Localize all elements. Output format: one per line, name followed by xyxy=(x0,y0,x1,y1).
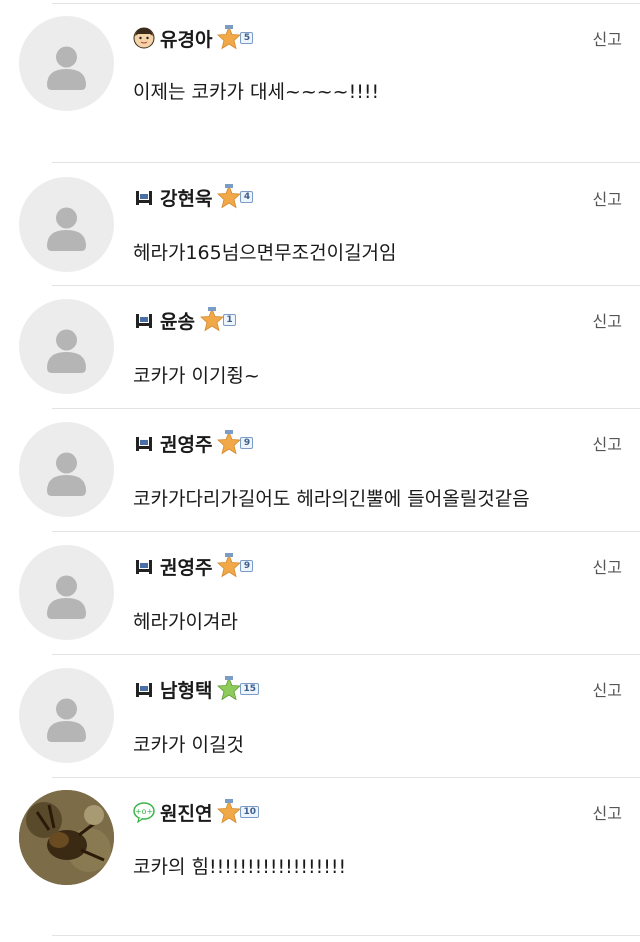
report-button[interactable]: 신고 xyxy=(593,677,622,701)
star-icon xyxy=(217,799,242,824)
avatar[interactable] xyxy=(19,422,114,517)
comment-divider xyxy=(52,162,640,163)
rank-level: 1 xyxy=(222,314,236,326)
comment-text: 이제는 코카가 대세~~~~!!!! xyxy=(133,81,380,103)
rank-level: 9 xyxy=(240,437,254,449)
smile-bubble-icon: +o+ xyxy=(133,801,155,823)
star-icon xyxy=(217,553,242,578)
author-name[interactable]: 권영주 xyxy=(160,553,212,580)
chair-icon xyxy=(133,678,155,700)
report-button[interactable]: 신고 xyxy=(593,186,622,210)
comment-text: 코카가 이길것 xyxy=(133,734,244,756)
avatar[interactable] xyxy=(19,790,114,885)
comment-divider xyxy=(52,777,640,778)
rank-badge: 5 xyxy=(216,25,254,51)
rank-level: 4 xyxy=(240,191,254,203)
comment-header: 남형택 15 xyxy=(133,674,259,704)
author-name[interactable]: 윤송 xyxy=(160,307,195,334)
beetle-photo-icon xyxy=(19,790,114,885)
star-icon xyxy=(217,184,242,209)
chair-icon xyxy=(133,432,155,454)
top-divider xyxy=(52,3,640,4)
avatar[interactable] xyxy=(19,668,114,763)
star-icon xyxy=(217,676,242,701)
comment-text: 코카의 힘!!!!!!!!!!!!!!!!!! xyxy=(133,856,347,878)
avatar[interactable] xyxy=(19,177,114,272)
comment-header: 권영주 9 xyxy=(133,551,254,581)
rank-level: 5 xyxy=(240,32,254,44)
rank-badge: 15 xyxy=(216,676,259,702)
star-icon xyxy=(217,430,242,455)
rank-level: 10 xyxy=(240,806,259,818)
rank-badge: 1 xyxy=(199,307,236,333)
report-button[interactable]: 신고 xyxy=(593,308,622,332)
rank-level: 9 xyxy=(240,560,254,572)
comment-text: 코카가다리가길어도 헤라의긴뿔에 들어올릴것같음 xyxy=(133,488,530,510)
avatar[interactable] xyxy=(19,545,114,640)
comment-divider xyxy=(52,285,640,286)
star-icon xyxy=(200,307,224,332)
report-button[interactable]: 신고 xyxy=(593,800,622,824)
comment-text: 헤라가165넘으면무조건이길거임 xyxy=(133,242,397,264)
chair-icon xyxy=(133,309,155,331)
comment-header: +o+ 원진연 10 xyxy=(133,797,259,827)
avatar[interactable] xyxy=(19,16,114,111)
avatar[interactable] xyxy=(19,299,114,394)
comment-header: 강현욱 4 xyxy=(133,182,254,212)
author-name[interactable]: 권영주 xyxy=(160,430,212,457)
chair-icon xyxy=(133,186,155,208)
comment-text: 코카가 이기쥥~ xyxy=(133,365,260,387)
rank-badge: 4 xyxy=(216,184,254,210)
comment-divider xyxy=(52,654,640,655)
author-name[interactable]: 강현욱 xyxy=(160,184,212,211)
report-button[interactable]: 신고 xyxy=(593,554,622,578)
svg-text:+o+: +o+ xyxy=(135,807,153,816)
comment-divider xyxy=(52,531,640,532)
author-name[interactable]: 남형택 xyxy=(160,676,212,703)
comment-header: 윤송 1 xyxy=(133,305,236,335)
rank-badge: 9 xyxy=(216,430,254,456)
chair-icon xyxy=(133,555,155,577)
comment-divider xyxy=(52,408,640,409)
rank-level: 15 xyxy=(240,683,259,695)
rank-badge: 9 xyxy=(216,553,254,579)
face-emoji-icon xyxy=(133,27,155,49)
report-button[interactable]: 신고 xyxy=(593,26,622,50)
comment-header: 권영주 9 xyxy=(133,428,254,458)
author-name[interactable]: 유경아 xyxy=(160,25,212,52)
comment-text: 헤라가이겨라 xyxy=(133,611,238,633)
author-name[interactable]: 원진연 xyxy=(160,799,212,826)
comment-header: 유경아 5 xyxy=(133,23,254,53)
comment-divider xyxy=(52,935,640,936)
rank-badge: 10 xyxy=(216,799,259,825)
star-icon xyxy=(217,25,242,50)
report-button[interactable]: 신고 xyxy=(593,431,622,455)
